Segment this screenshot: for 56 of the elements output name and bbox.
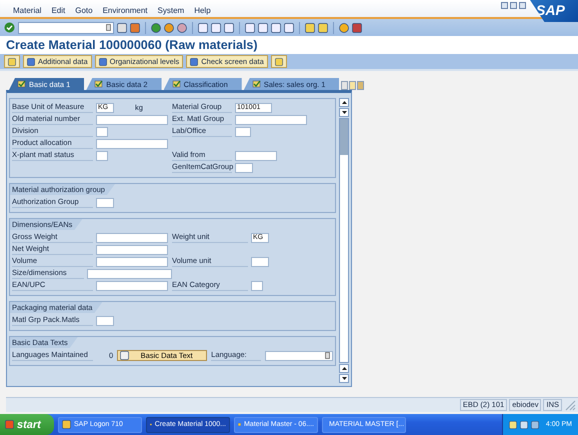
input-field[interactable]: [235, 150, 277, 160]
toolbar-icon: [98, 58, 107, 66]
window-icon: [274, 58, 283, 66]
input-field[interactable]: [96, 232, 168, 242]
toolbar-button[interactable]: [270, 55, 287, 68]
input-field[interactable]: [96, 198, 114, 208]
input-field[interactable]: [96, 114, 168, 124]
toolbar-icon: [190, 58, 198, 66]
language-dropdown[interactable]: [265, 350, 334, 360]
tick-icon: [94, 80, 104, 88]
menu-item[interactable]: Edit: [46, 6, 70, 15]
toolbar-button[interactable]: [4, 55, 20, 68]
input-field[interactable]: [96, 150, 108, 160]
help-icon: [339, 22, 349, 32]
up-arrow-icon: [342, 367, 347, 370]
down-arrow-icon: [342, 377, 347, 380]
input-field[interactable]: [235, 126, 251, 136]
tick-icon: [172, 80, 181, 88]
input-field[interactable]: [251, 256, 269, 266]
up-arrow-icon: [342, 101, 347, 104]
input-field[interactable]: [86, 268, 172, 278]
scroll-left-icon[interactable]: [341, 81, 348, 90]
input-field[interactable]: [96, 126, 108, 136]
input-field[interactable]: [96, 138, 168, 148]
scrollbar[interactable]: [339, 98, 350, 383]
input-field[interactable]: [235, 162, 253, 172]
window-icon: [8, 58, 16, 66]
dropdown-icon[interactable]: [106, 24, 111, 31]
scroll-thumb[interactable]: [340, 119, 348, 155]
resize-grip-icon: [564, 399, 576, 411]
tab-list-icon[interactable]: [357, 81, 364, 90]
menu-item[interactable]: Help: [189, 6, 216, 15]
menu-item[interactable]: Material: [8, 6, 46, 15]
tick-icon: [252, 80, 261, 88]
menu-item[interactable]: Environment: [98, 6, 153, 15]
menu-item[interactable]: System: [152, 6, 190, 15]
check-icon[interactable]: [4, 22, 15, 33]
maximize-icon[interactable]: [510, 2, 517, 9]
input-field[interactable]: [96, 244, 168, 254]
minimize-icon[interactable]: [501, 2, 508, 9]
input-field[interactable]: [251, 280, 263, 290]
menu-item[interactable]: Goto: [70, 6, 98, 15]
down-arrow-icon: [342, 111, 347, 114]
tick-icon: [17, 80, 26, 88]
scroll-right-icon[interactable]: [349, 81, 356, 90]
dropdown-icon[interactable]: [325, 352, 330, 359]
command-field[interactable]: [18, 22, 114, 34]
toolbar-icon: [27, 58, 35, 66]
logo: SAP: [530, 0, 578, 22]
screen-title: Create Material 100000060 (Raw materials): [0, 36, 578, 54]
input-field[interactable]: [96, 280, 168, 290]
app-icon: [62, 420, 71, 429]
input-field[interactable]: [96, 256, 168, 266]
close-icon[interactable]: [519, 2, 526, 9]
input-field[interactable]: [235, 114, 307, 124]
input-field[interactable]: [96, 316, 114, 326]
